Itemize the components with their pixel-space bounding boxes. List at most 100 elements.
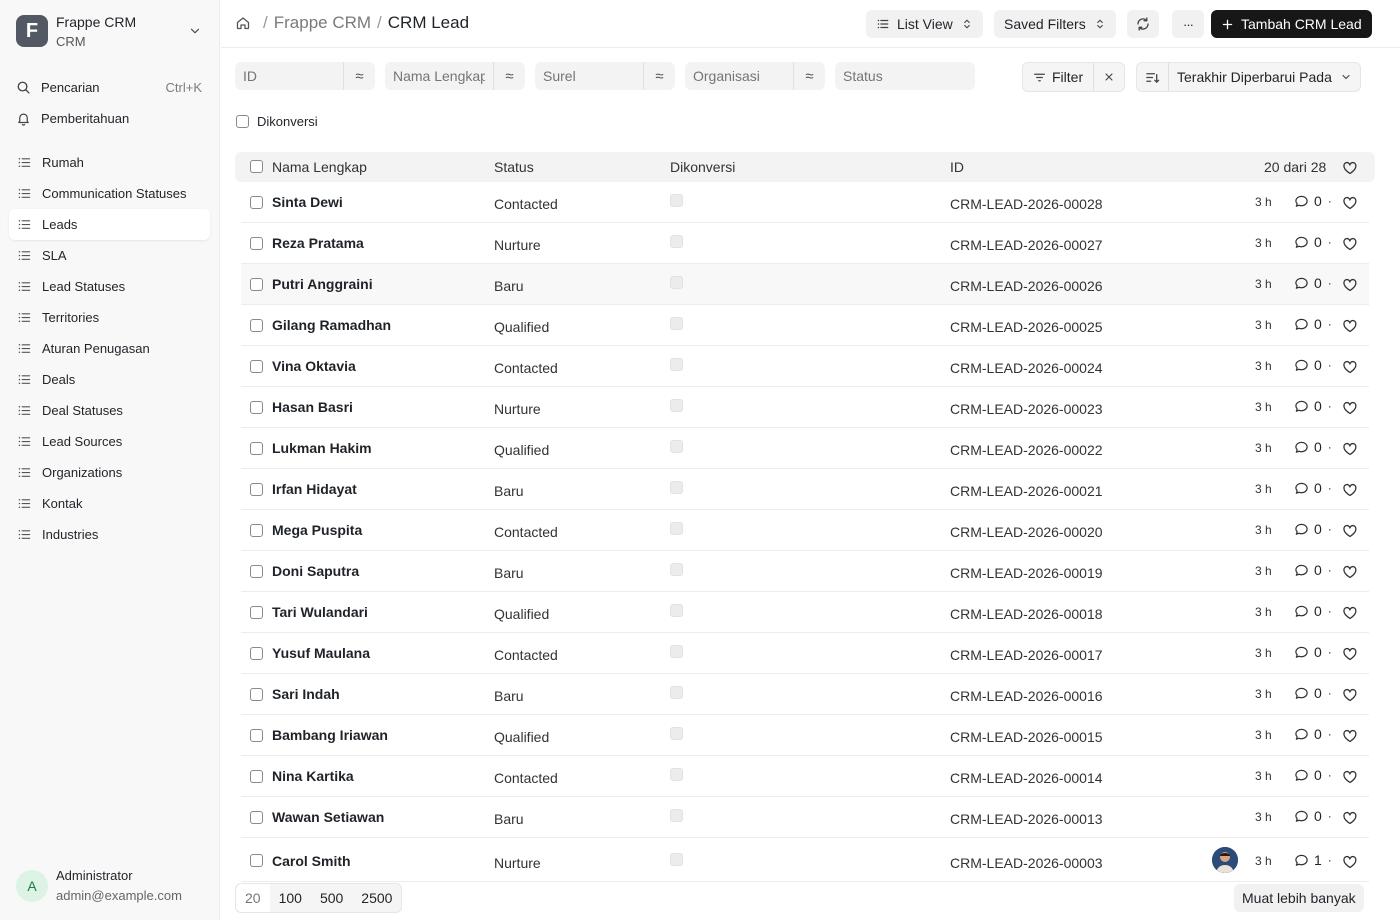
converted-filter-checkbox[interactable] — [236, 115, 249, 128]
heart-icon[interactable] — [1342, 236, 1358, 252]
assignee-avatar[interactable] — [1212, 847, 1238, 873]
row-checkbox[interactable] — [250, 524, 263, 537]
organization-filter-input[interactable] — [685, 62, 793, 90]
id-filter-operator[interactable]: ≈ — [343, 62, 375, 90]
heart-icon[interactable] — [1342, 769, 1358, 785]
page-size-2500[interactable]: 2500 — [352, 884, 401, 912]
more-actions-button[interactable]: ··· — [1172, 10, 1204, 38]
sort-direction-button[interactable] — [1137, 63, 1169, 91]
heart-icon[interactable] — [1342, 728, 1358, 744]
load-more-button[interactable]: Muat lebih banyak — [1234, 884, 1364, 912]
table-row[interactable]: Bambang Iriawan Qualified CRM-LEAD-2026-00… — [241, 715, 1369, 756]
heart-icon[interactable] — [1342, 687, 1358, 703]
sidebar-item-deal-statuses[interactable]: Deal Statuses — [9, 395, 210, 426]
sidebar-item-leads[interactable]: Leads — [9, 209, 210, 240]
sidebar-item-industries[interactable]: Industries — [9, 519, 210, 550]
row-checkbox[interactable] — [250, 483, 263, 496]
heart-icon[interactable] — [1342, 482, 1358, 498]
table-row[interactable]: Gilang Ramadhan Qualified CRM-LEAD-2026-00… — [241, 305, 1369, 346]
heart-icon[interactable] — [1342, 400, 1358, 416]
heart-icon[interactable] — [1342, 810, 1358, 826]
sidebar-item-deals[interactable]: Deals — [9, 364, 210, 395]
heart-icon[interactable] — [1342, 441, 1358, 457]
row-checkbox[interactable] — [250, 647, 263, 660]
heart-icon[interactable] — [1342, 564, 1358, 580]
sidebar-item-territories[interactable]: Territories — [9, 302, 210, 333]
table-row[interactable]: Lukman Hakim Qualified CRM-LEAD-2026-00022… — [241, 428, 1369, 469]
table-row[interactable]: Wawan Setiawan Baru CRM-LEAD-2026-00013 3 h… — [241, 797, 1369, 838]
table-row[interactable]: Yusuf Maulana Contacted CRM-LEAD-2026-0001… — [241, 633, 1369, 674]
row-checkbox[interactable] — [250, 770, 263, 783]
row-checkbox[interactable] — [250, 360, 263, 373]
sidebar-item-lead-sources[interactable]: Lead Sources — [9, 426, 210, 457]
row-checkbox[interactable] — [250, 565, 263, 578]
column-header-id[interactable]: ID — [950, 159, 964, 175]
row-checkbox[interactable] — [250, 278, 263, 291]
row-checkbox[interactable] — [250, 319, 263, 332]
row-checkbox[interactable] — [250, 729, 263, 742]
row-checkbox[interactable] — [250, 401, 263, 414]
table-row[interactable]: Irfan Hidayat Baru CRM-LEAD-2026-00021 3 h 0… — [241, 469, 1369, 510]
add-lead-button[interactable]: Tambah CRM Lead — [1211, 10, 1372, 38]
heart-icon[interactable] — [1342, 854, 1358, 870]
sidebar-item-rumah[interactable]: Rumah — [9, 147, 210, 178]
column-header-converted[interactable]: Dikonversi — [670, 159, 735, 175]
table-row[interactable]: Carol Smith Nurture CRM-LEAD-2026-00003 3 h… — [241, 838, 1369, 882]
table-row[interactable]: Nina Kartika Contacted CRM-LEAD-2026-00014… — [241, 756, 1369, 797]
home-icon[interactable] — [235, 15, 251, 31]
name-filter-operator[interactable]: ≈ — [493, 62, 525, 90]
email-filter-input[interactable] — [535, 62, 643, 90]
heart-icon[interactable] — [1342, 646, 1358, 662]
table-row[interactable]: Sinta Dewi Contacted CRM-LEAD-2026-00028 3 … — [241, 182, 1369, 223]
table-row[interactable]: Vina Oktavia Contacted CRM-LEAD-2026-00024… — [241, 346, 1369, 387]
refresh-button[interactable] — [1127, 10, 1159, 38]
heart-icon[interactable] — [1342, 277, 1358, 293]
user-menu[interactable]: A Administrator admin@example.com — [16, 866, 211, 906]
table-row[interactable]: Tari Wulandari Qualified CRM-LEAD-2026-000… — [241, 592, 1369, 633]
page-size-100[interactable]: 100 — [270, 884, 311, 912]
sidebar-item-organizations[interactable]: Organizations — [9, 457, 210, 488]
table-row[interactable]: Putri Anggraini Baru CRM-LEAD-2026-00026 3 … — [241, 264, 1369, 305]
sidebar-item-aturan-penugasan[interactable]: Aturan Penugasan — [9, 333, 210, 364]
sidebar-item-kontak[interactable]: Kontak — [9, 488, 210, 519]
sidebar-item-communication-statuses[interactable]: Communication Statuses — [9, 178, 210, 209]
breadcrumb-app[interactable]: Frappe CRM — [274, 13, 371, 33]
page-size-20[interactable]: 20 — [236, 884, 270, 912]
row-checkbox[interactable] — [250, 442, 263, 455]
row-checkbox[interactable] — [250, 237, 263, 250]
list-view-button[interactable]: List View — [866, 10, 983, 38]
clear-filter-button[interactable] — [1094, 63, 1124, 91]
table-row[interactable]: Sari Indah Baru CRM-LEAD-2026-00016 3 h 0 · — [241, 674, 1369, 715]
heart-icon[interactable] — [1342, 318, 1358, 334]
column-header-status[interactable]: Status — [494, 159, 534, 175]
column-header-name[interactable]: Nama Lengkap — [272, 159, 367, 175]
id-filter-input[interactable] — [235, 62, 343, 90]
page-size-500[interactable]: 500 — [311, 884, 352, 912]
notifications-button[interactable]: Pemberitahuan — [8, 103, 210, 134]
sidebar-item-lead-statuses[interactable]: Lead Statuses — [9, 271, 210, 302]
select-all-checkbox[interactable] — [250, 160, 263, 173]
sort-field-button[interactable]: Terakhir Diperbarui Pada — [1169, 63, 1360, 91]
heart-icon[interactable] — [1342, 195, 1358, 211]
saved-filters-button[interactable]: Saved Filters — [994, 10, 1116, 38]
organization-filter-operator[interactable]: ≈ — [793, 62, 825, 90]
app-switcher[interactable]: F Frappe CRM CRM — [16, 14, 206, 52]
heart-icon[interactable] — [1342, 605, 1358, 621]
heart-icon[interactable] — [1342, 359, 1358, 375]
table-row[interactable]: Mega Puspita Contacted CRM-LEAD-2026-00020… — [241, 510, 1369, 551]
email-filter-operator[interactable]: ≈ — [643, 62, 675, 90]
filter-button[interactable]: Filter — [1023, 63, 1095, 91]
row-checkbox[interactable] — [250, 606, 263, 619]
table-row[interactable]: Reza Pratama Nurture CRM-LEAD-2026-00027 3 … — [241, 223, 1369, 264]
sidebar-item-sla[interactable]: SLA — [9, 240, 210, 271]
heart-icon[interactable] — [1342, 523, 1358, 539]
table-row[interactable]: Hasan Basri Nurture CRM-LEAD-2026-00023 3 h… — [241, 387, 1369, 428]
row-checkbox[interactable] — [250, 196, 263, 209]
search-button[interactable]: Pencarian Ctrl+K — [8, 72, 210, 103]
row-checkbox[interactable] — [250, 854, 263, 867]
row-checkbox[interactable] — [250, 811, 263, 824]
name-filter-input[interactable] — [385, 62, 493, 90]
table-row[interactable]: Doni Saputra Baru CRM-LEAD-2026-00019 3 h 0 · — [241, 551, 1369, 592]
converted-filter[interactable]: Dikonversi — [236, 114, 318, 129]
status-filter-input[interactable] — [835, 62, 975, 90]
